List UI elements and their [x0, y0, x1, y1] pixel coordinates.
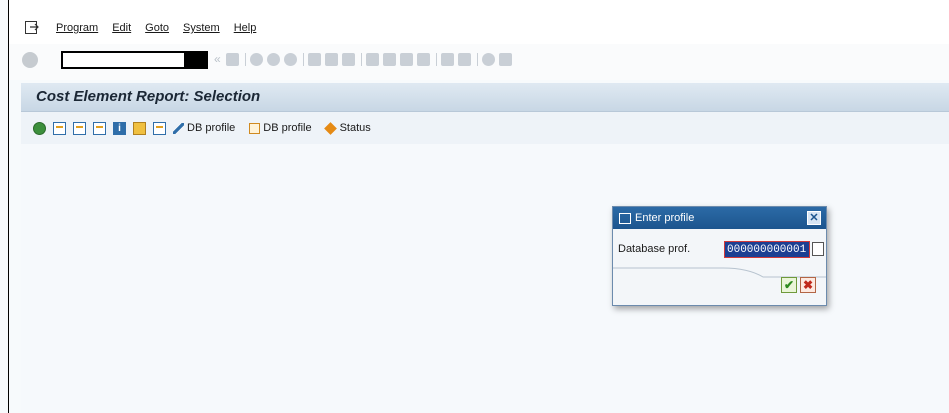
dialog-entry-icon — [619, 212, 631, 224]
menu-program[interactable]: Program — [56, 22, 98, 34]
menu-help[interactable]: Help — [234, 22, 257, 34]
dialog-title-bar[interactable]: Enter profile — [613, 207, 826, 229]
first-page-icon[interactable] — [365, 52, 379, 66]
cancel-button[interactable]: ✖ — [800, 277, 816, 293]
save-variant-icon[interactable] — [73, 121, 86, 135]
menu-edit[interactable]: Edit — [112, 22, 131, 34]
shortcut-icon[interactable] — [457, 52, 471, 66]
title-bar: Cost Element Report: Selection — [21, 83, 949, 112]
layout-icon[interactable] — [498, 52, 512, 66]
db-profile-edit-label: DB profile — [187, 122, 236, 134]
print-icon[interactable] — [307, 52, 321, 66]
database-profile-input[interactable]: 000000000001 — [724, 241, 810, 258]
menu-system[interactable]: System — [183, 22, 220, 34]
multiple-selection-icon[interactable] — [153, 121, 166, 135]
collapse-icon[interactable]: « — [214, 52, 221, 66]
system-toolbar: « — [9, 44, 949, 80]
cancel-icon[interactable] — [283, 52, 297, 66]
dialog-title: Enter profile — [635, 212, 695, 224]
db-profile-copy-button[interactable]: DB profile — [249, 122, 312, 134]
help-icon[interactable] — [481, 52, 495, 66]
status-diamond-icon — [323, 121, 337, 135]
last-page-icon[interactable] — [416, 52, 430, 66]
db-profile-copy-label: DB profile — [263, 122, 312, 134]
dynamic-selections-icon[interactable] — [133, 121, 146, 135]
status-button[interactable]: Status — [323, 121, 371, 135]
menu-bar: Program Edit Goto System Help — [9, 0, 949, 44]
next-page-icon[interactable] — [399, 52, 413, 66]
enter-check-icon[interactable] — [22, 52, 38, 68]
separator — [244, 52, 246, 66]
menu-entry-icon[interactable] — [25, 21, 39, 34]
menu-items: Program Edit Goto System Help — [56, 22, 270, 34]
back-icon[interactable] — [249, 52, 263, 66]
separator — [360, 52, 362, 66]
pencil-icon — [173, 122, 184, 134]
system-toolbar-icons: « — [214, 52, 516, 66]
enter-profile-dialog: Enter profile ✕ Database prof. 000000000… — [612, 206, 827, 306]
page-title: Cost Element Report: Selection — [36, 88, 261, 105]
get-variant-icon[interactable] — [53, 121, 66, 135]
command-field-dropdown[interactable] — [184, 51, 208, 69]
database-profile-label: Database prof. — [618, 243, 691, 255]
separator — [435, 52, 437, 66]
status-label: Status — [339, 122, 371, 134]
save-icon[interactable] — [225, 52, 239, 66]
copy-profile-icon — [249, 122, 261, 134]
selection-options-icon[interactable] — [93, 121, 106, 135]
continue-button[interactable]: ✔ — [781, 277, 797, 293]
find-icon[interactable] — [324, 52, 338, 66]
separator — [476, 52, 478, 66]
execute-icon[interactable] — [33, 121, 46, 135]
new-session-icon[interactable] — [440, 52, 454, 66]
db-profile-edit-button[interactable]: DB profile — [173, 122, 235, 134]
close-icon[interactable]: ✕ — [807, 211, 821, 225]
menu-goto[interactable]: Goto — [145, 22, 169, 34]
info-icon[interactable]: i — [113, 121, 126, 135]
separator — [302, 52, 304, 66]
application-toolbar: i DB profile DB profile Status — [21, 112, 949, 144]
exit-icon[interactable] — [266, 52, 280, 66]
value-help-icon[interactable] — [812, 242, 824, 256]
previous-page-icon[interactable] — [382, 52, 396, 66]
find-next-icon[interactable] — [341, 52, 355, 66]
